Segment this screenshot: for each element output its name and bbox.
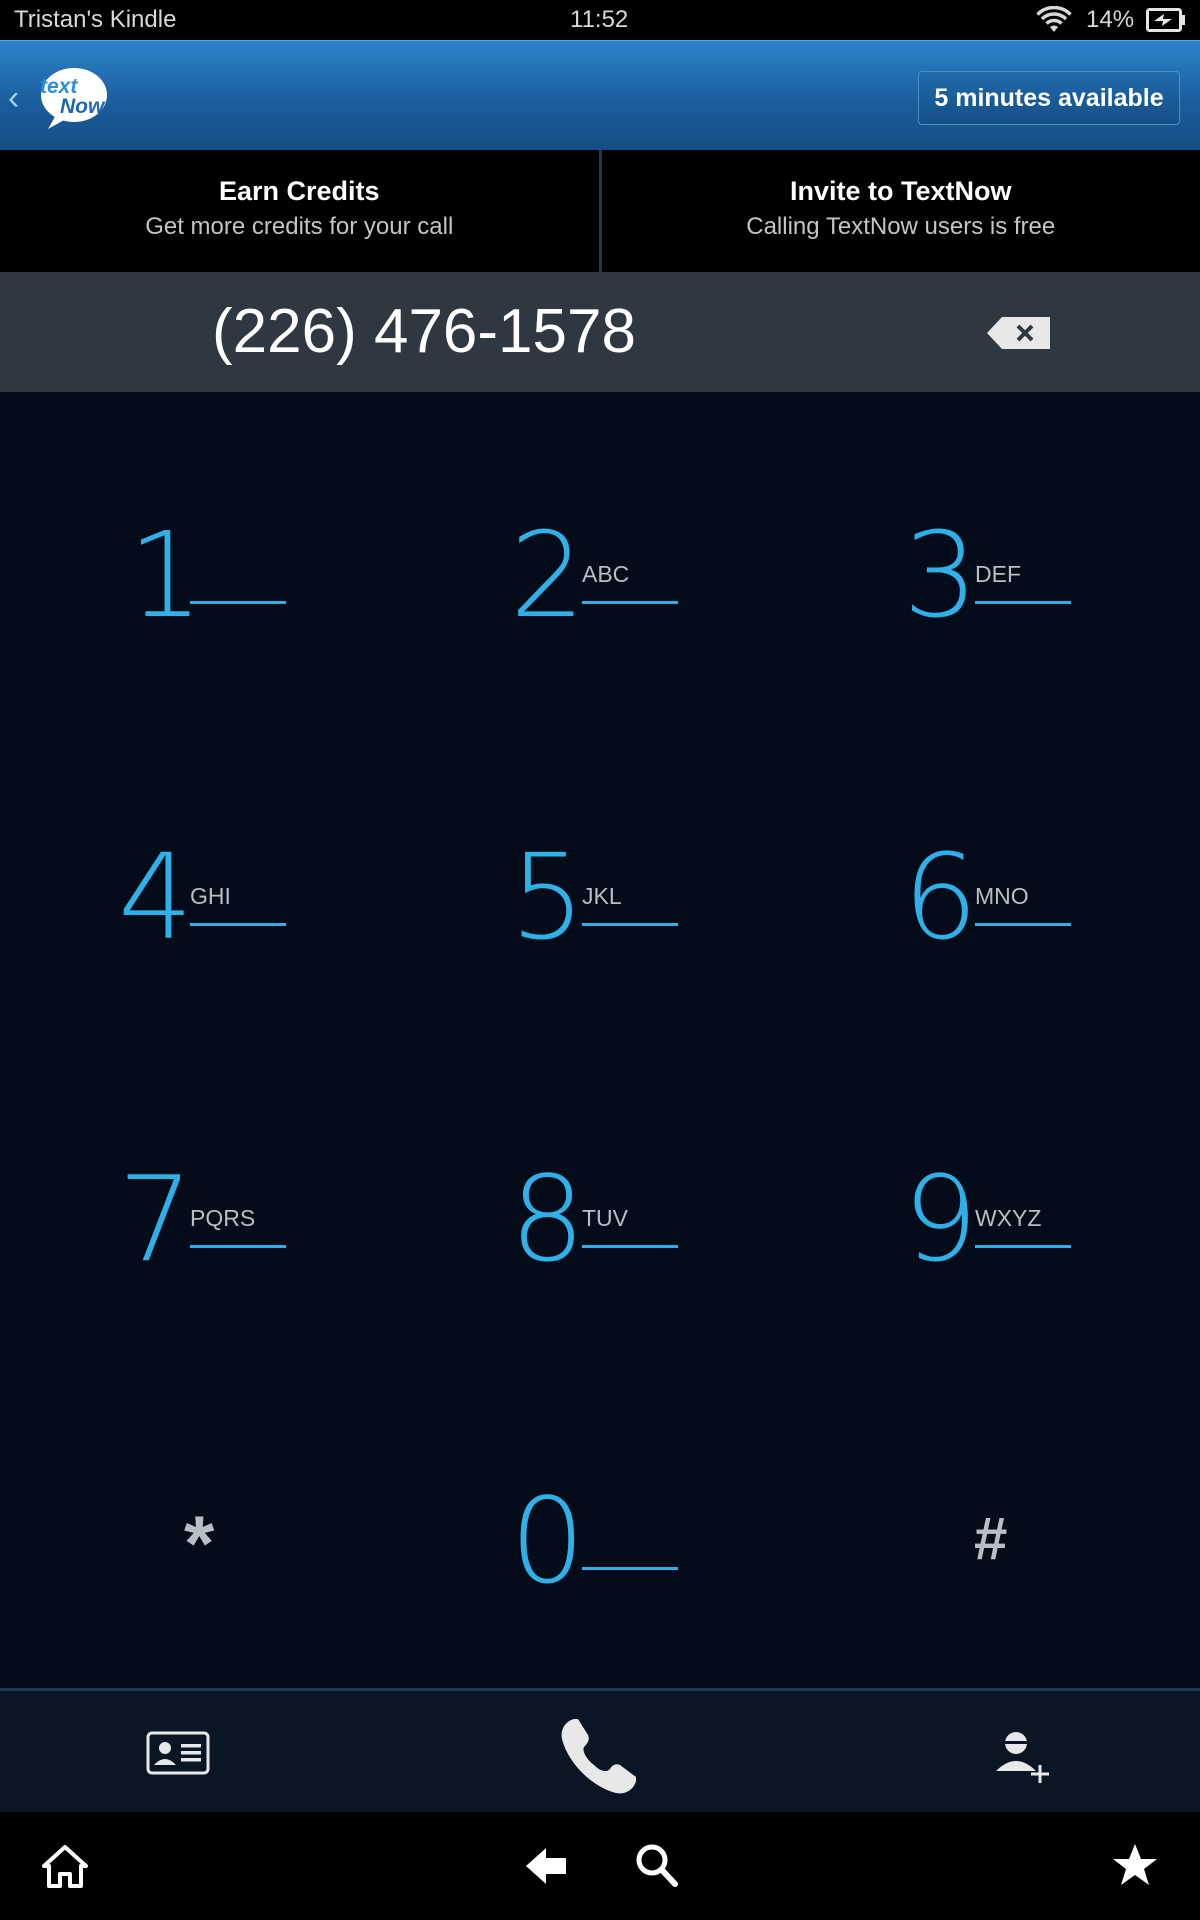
contact-card-icon[interactable]	[146, 1731, 210, 1775]
invite-subtitle: Calling TextNow users is free	[746, 213, 1056, 240]
key-6[interactable]: 6 MNO	[903, 838, 1200, 1038]
earn-credits-promo[interactable]: Earn Credits Get more credits for your c…	[0, 150, 599, 272]
key-digit: 3	[903, 506, 978, 644]
key-underline	[582, 1567, 678, 1570]
key-digit: 8	[510, 1150, 585, 1288]
battery-charging-icon	[1146, 8, 1185, 32]
key-digit: 6	[903, 828, 978, 966]
backspace-icon[interactable]	[986, 316, 1052, 350]
key-letters: ABC	[582, 561, 630, 587]
key-5[interactable]: 5 JKL	[510, 838, 810, 1038]
search-icon[interactable]	[634, 1842, 678, 1888]
key-2[interactable]: 2 ABC	[510, 516, 810, 716]
key-underline	[582, 601, 678, 604]
key-letters: WXYZ	[975, 1205, 1042, 1231]
key-4[interactable]: 4 GHI	[118, 838, 418, 1038]
dialer-action-bar	[0, 1688, 1200, 1812]
key-3[interactable]: 3 DEF	[903, 516, 1200, 716]
add-contact-icon[interactable]	[994, 1729, 1050, 1785]
key-underline	[582, 923, 678, 926]
key-underline	[975, 601, 1071, 604]
star-icon[interactable]	[1112, 1842, 1158, 1888]
dialed-number: (226) 476-1578	[212, 297, 636, 366]
key-underline	[190, 1245, 286, 1248]
app-bar: ‹ text Now 5 minutes available	[0, 40, 1200, 150]
status-time: 11:52	[570, 6, 629, 33]
minutes-available-button[interactable]: 5 minutes available	[918, 71, 1180, 125]
key-underline	[190, 923, 286, 926]
key-digit: 1	[128, 506, 203, 644]
wifi-icon	[1036, 6, 1072, 32]
key-underline	[975, 1245, 1071, 1248]
key-letters: DEF	[975, 561, 1021, 587]
key-underline	[975, 923, 1071, 926]
key-letters: MNO	[975, 883, 1029, 909]
battery-percent: 14%	[1086, 6, 1135, 33]
invite-title: Invite to TextNow	[789, 176, 1012, 206]
back-arrow-icon[interactable]	[524, 1846, 568, 1886]
key-letters: TUV	[582, 1205, 628, 1231]
key-digit: 5	[510, 828, 585, 966]
keypad: 1 2 ABC 3 DEF 4 GHI 5 JKL 6 MNO 7 PQRS 8…	[0, 392, 1200, 1688]
key-digit: 4	[118, 828, 193, 966]
promo-row: Earn Credits Get more credits for your c…	[0, 150, 1200, 272]
key-underline	[582, 1245, 678, 1248]
home-icon[interactable]	[42, 1844, 88, 1888]
key-digit: 2	[510, 506, 585, 644]
key-8[interactable]: 8 TUV	[510, 1160, 810, 1360]
invite-promo[interactable]: Invite to TextNow Calling TextNow users …	[602, 150, 1200, 272]
textnow-logo[interactable]: text Now	[34, 63, 110, 133]
key-7[interactable]: 7 PQRS	[118, 1160, 418, 1360]
key-digit: 7	[118, 1150, 193, 1288]
key-letters: GHI	[190, 883, 231, 909]
system-nav-bar	[0, 1812, 1200, 1920]
earn-credits-subtitle: Get more credits for your call	[145, 213, 454, 240]
key-underline	[190, 601, 286, 604]
key-digit: 0	[510, 1472, 585, 1610]
device-name: Tristan's Kindle	[14, 6, 177, 33]
back-chevron-icon[interactable]: ‹	[8, 79, 19, 118]
key-letters: JKL	[582, 883, 622, 909]
svg-text:Now: Now	[60, 95, 106, 118]
key-digit: 9	[903, 1150, 978, 1288]
status-bar: Tristan's Kindle 11:52 14%	[0, 0, 1200, 40]
key-star[interactable]: *	[184, 1498, 214, 1589]
key-letters: PQRS	[190, 1205, 256, 1231]
call-phone-icon[interactable]	[556, 1715, 640, 1799]
key-0[interactable]: 0	[510, 1482, 810, 1682]
key-hash[interactable]: #	[974, 1504, 1007, 1573]
earn-credits-title: Earn Credits	[218, 176, 380, 206]
key-1[interactable]: 1	[128, 516, 428, 716]
key-9[interactable]: 9 WXYZ	[903, 1160, 1200, 1360]
